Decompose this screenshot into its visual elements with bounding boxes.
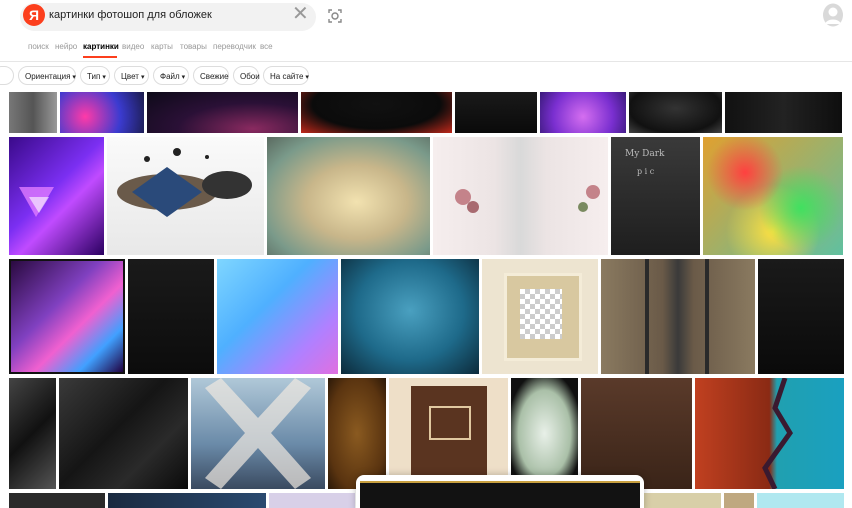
image-result[interactable] — [757, 493, 844, 508]
image-result[interactable] — [695, 377, 844, 491]
chevron-down-icon: ▾ — [140, 74, 145, 81]
tab-video[interactable]: видео — [122, 42, 144, 51]
chevron-down-icon: ▾ — [305, 74, 309, 81]
image-result[interactable] — [511, 378, 578, 489]
image-search-lens-icon[interactable] — [326, 7, 344, 25]
image-result[interactable] — [128, 259, 214, 374]
filter-type[interactable]: Тип ▾ — [80, 66, 110, 85]
image-result[interactable] — [301, 92, 452, 133]
image-result[interactable] — [60, 92, 144, 133]
image-result[interactable] — [724, 493, 754, 508]
search-input[interactable]: картинки фотошоп для обложек — [49, 9, 212, 21]
flower-art — [455, 185, 600, 213]
tab-search[interactable]: поиск — [28, 42, 49, 51]
image-result[interactable]: My Dark p i c — [611, 137, 700, 255]
image-result[interactable] — [191, 378, 325, 489]
image-result[interactable] — [540, 92, 626, 133]
tab-maps[interactable]: карты — [151, 42, 173, 51]
image-result[interactable] — [108, 493, 266, 508]
filter-fresh[interactable]: Свежие — [193, 66, 229, 85]
book-label-frame — [429, 406, 471, 440]
hovered-image-card[interactable] — [356, 475, 644, 508]
image-result[interactable] — [703, 137, 843, 255]
image-preview — [360, 481, 640, 508]
filter-label: На сайте — [270, 72, 304, 81]
tab-products[interactable]: товары — [180, 42, 207, 51]
image-result[interactable] — [581, 378, 692, 489]
book-spine — [705, 259, 709, 374]
chalkboard-caption2: p i c — [637, 167, 655, 176]
tab-translator[interactable]: переводчик — [213, 42, 256, 51]
chevron-down-icon: ▾ — [102, 74, 106, 81]
image-results-grid: My Dark p i c — [0, 92, 852, 508]
image-result[interactable] — [9, 493, 105, 508]
filter-label: Свежие — [200, 72, 229, 81]
filter-label: Файл — [160, 72, 180, 81]
image-result[interactable] — [629, 92, 722, 133]
image-result[interactable] — [59, 378, 188, 489]
image-result[interactable] — [217, 259, 338, 374]
clear-search-icon[interactable]: ✕ — [292, 3, 309, 25]
transparent-checkerboard — [520, 289, 562, 339]
image-result[interactable] — [9, 259, 125, 374]
tab-neuro[interactable]: нейро — [55, 42, 77, 51]
image-result[interactable] — [9, 378, 56, 489]
image-result[interactable] — [758, 259, 844, 374]
chevron-down-icon: ▾ — [181, 74, 186, 81]
image-result[interactable] — [147, 92, 298, 133]
tab-images[interactable]: картинки — [83, 42, 119, 51]
filter-label: Ориентация — [25, 72, 71, 81]
image-result[interactable] — [267, 137, 430, 255]
tab-all[interactable]: все — [260, 42, 273, 51]
x-shape-art — [205, 378, 311, 489]
image-result[interactable] — [107, 137, 264, 255]
triangle-art — [19, 187, 54, 217]
image-result[interactable] — [9, 137, 104, 255]
book-spine — [645, 259, 649, 374]
image-result[interactable] — [9, 92, 57, 133]
filter-label: Тип — [87, 72, 101, 81]
filter-file[interactable]: Файл ▾ — [153, 66, 189, 85]
user-avatar-icon[interactable] — [822, 3, 844, 27]
filter-label: Цвет — [121, 72, 139, 81]
filter-label: Обои — [240, 72, 260, 81]
active-tab-underline — [83, 56, 117, 58]
image-result[interactable] — [328, 378, 386, 489]
header-divider — [0, 61, 852, 62]
chalkboard-caption: My Dark — [625, 149, 665, 159]
filter-color[interactable]: Цвет ▾ — [114, 66, 149, 85]
torn-paper-art — [762, 377, 793, 491]
image-result[interactable] — [269, 493, 355, 508]
chevron-down-icon: ▾ — [72, 74, 76, 81]
splash-art — [117, 148, 252, 217]
image-result[interactable] — [341, 259, 479, 374]
image-result[interactable] — [389, 378, 508, 489]
image-result[interactable] — [725, 92, 842, 133]
filter-orientation[interactable]: Ориентация ▾ — [18, 66, 76, 85]
filter-wallpapers[interactable]: Обои — [233, 66, 260, 85]
image-result[interactable] — [601, 259, 755, 374]
image-result[interactable] — [644, 493, 721, 508]
yandex-logo-icon[interactable]: Я — [23, 4, 45, 26]
image-result[interactable] — [433, 137, 608, 255]
image-result[interactable] — [455, 92, 537, 133]
header: Я картинки фотошоп для обложек ✕ поиск н… — [0, 0, 852, 60]
filter-on-site[interactable]: На сайте ▾ — [263, 66, 309, 85]
filter-scroll-left-chip[interactable] — [0, 66, 14, 85]
image-result[interactable] — [482, 259, 598, 374]
filter-bar: Ориентация ▾ Тип ▾ Цвет ▾ Файл ▾ Свежие Обои… — [0, 64, 852, 88]
